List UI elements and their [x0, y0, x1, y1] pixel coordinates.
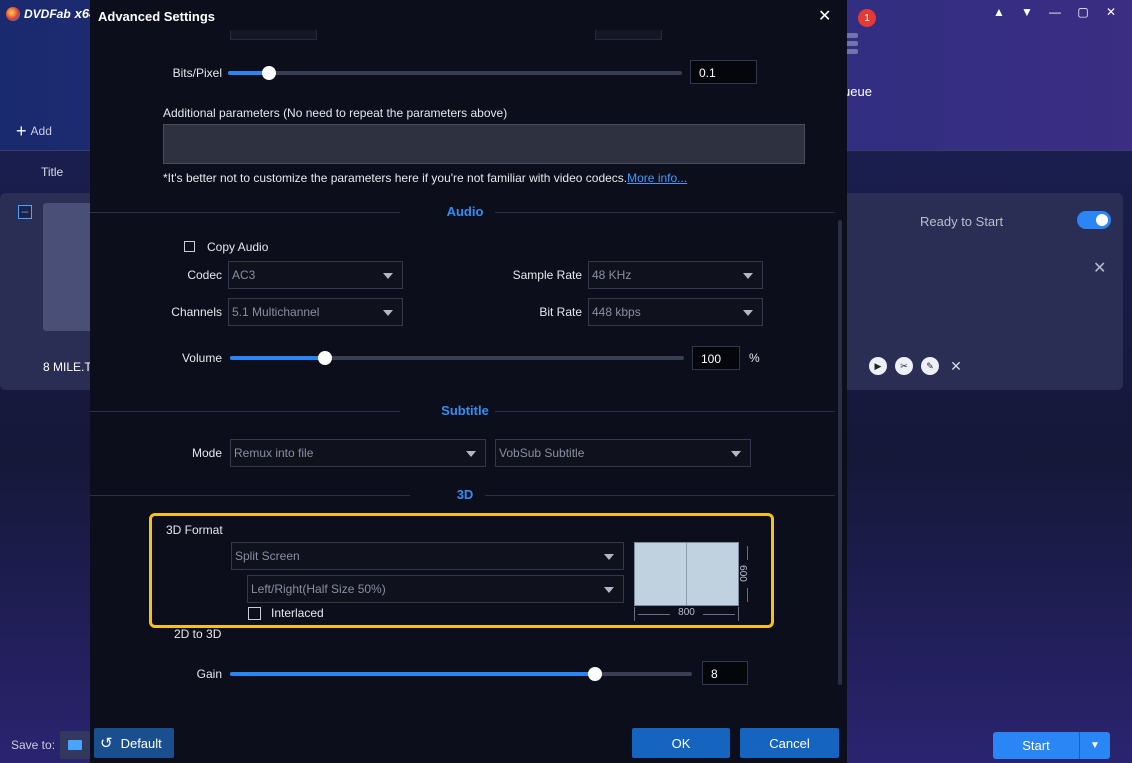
start-button[interactable]: Start ▼	[993, 732, 1110, 759]
notification-badge[interactable]: 1	[858, 9, 876, 27]
bit-rate-label: Bit Rate	[539, 305, 582, 319]
2d-to-3d-label: 2D to 3D	[174, 627, 222, 641]
advanced-settings-dialog: Advanced Settings ✕ Bits/Pixel 0.1 Addit…	[90, 0, 847, 763]
slider-knob[interactable]	[261, 66, 276, 80]
chevron-down-icon	[383, 310, 393, 316]
remove-icon[interactable]: ✕	[947, 357, 965, 375]
bits-pixel-label: Bits/Pixel	[172, 66, 222, 80]
bits-pixel-input[interactable]: 0.1	[690, 60, 757, 84]
gain-slider[interactable]	[230, 667, 692, 681]
cut-icon[interactable]: ✂	[895, 357, 913, 375]
default-label: Default	[120, 735, 162, 751]
reset-icon: ↺	[100, 735, 113, 752]
additional-params-label: Additional parameters (No need to repeat…	[163, 106, 508, 120]
more-info-link[interactable]: More info...	[627, 171, 687, 185]
mode-value: Remux into file	[234, 446, 314, 460]
dvdfab-logo-icon	[6, 6, 20, 21]
edit-icon[interactable]: ✎	[921, 357, 939, 375]
card-close-icon[interactable]: ✕	[1093, 258, 1106, 278]
3d-section-header: 3D	[90, 487, 847, 503]
default-button[interactable]: ↺ Default	[94, 728, 174, 758]
chevron-down-icon	[731, 451, 741, 457]
volume-input[interactable]: 100	[692, 346, 740, 370]
column-header-title[interactable]: Title	[41, 165, 63, 179]
gain-input[interactable]: 8	[702, 661, 748, 685]
slider-knob[interactable]	[587, 667, 602, 681]
volume-unit: %	[749, 351, 760, 365]
channels-select[interactable]: 5.1 Multichannel	[228, 298, 403, 326]
codec-hint: *It's better not to customize the parame…	[163, 171, 687, 185]
audio-section-header: Audio	[90, 204, 847, 220]
gain-label: Gain	[196, 667, 222, 681]
chevron-down-icon	[466, 451, 476, 457]
play-icon[interactable]: ▶	[869, 357, 887, 375]
plus-icon: +	[16, 121, 27, 141]
mode-label: Mode	[191, 446, 222, 460]
add-button[interactable]: + Add	[16, 121, 52, 141]
3d-format-highlight	[149, 513, 774, 628]
disc-thumbnail	[43, 203, 93, 331]
sample-rate-select[interactable]: 48 KHz	[588, 261, 763, 289]
brand-name: DVDFab	[24, 6, 71, 21]
sample-rate-label: Sample Rate	[512, 268, 582, 282]
card-actions: ▶ ✂ ✎ ✕	[869, 357, 965, 375]
collapse-checkbox[interactable]: –	[18, 205, 32, 219]
ready-toggle[interactable]	[1077, 211, 1111, 229]
ok-button[interactable]: OK	[632, 728, 730, 758]
cancel-button[interactable]: Cancel	[740, 728, 839, 758]
window-controls: ▲ ▼ — ▢ ✕	[992, 5, 1118, 19]
scrollbar[interactable]	[838, 220, 842, 685]
brand: DVDFab x64	[6, 6, 96, 21]
bit-rate-value: 448 kbps	[592, 305, 641, 319]
start-dropdown-icon[interactable]: ▼	[1080, 732, 1110, 759]
mode-select[interactable]: Remux into file	[230, 439, 486, 467]
codec-label: Codec	[187, 268, 222, 282]
chevron-down-icon	[383, 273, 393, 279]
slider-knob[interactable]	[318, 351, 333, 365]
skin-icon[interactable]: ▲	[992, 5, 1006, 19]
dialog-title: Advanced Settings	[98, 9, 216, 24]
chevron-down-icon	[743, 273, 753, 279]
copy-audio-label: Copy Audio	[207, 240, 269, 254]
volume-slider[interactable]	[230, 351, 684, 365]
menu-icon[interactable]: ▼	[1020, 5, 1034, 19]
additional-params-textarea[interactable]	[163, 124, 805, 164]
sample-rate-value: 48 KHz	[592, 268, 632, 282]
hint-text: *It's better not to customize the parame…	[163, 171, 628, 185]
folder-button[interactable]	[60, 731, 90, 759]
start-label[interactable]: Start	[993, 732, 1080, 759]
close-icon[interactable]: ✕	[1104, 5, 1118, 19]
folder-icon	[68, 740, 82, 750]
task-queue-label[interactable]: ueue	[843, 84, 872, 99]
subtitle-type-value: VobSub Subtitle	[499, 446, 585, 460]
save-to-label: Save to:	[11, 738, 56, 752]
copy-audio-checkbox[interactable]	[184, 241, 195, 252]
add-label: Add	[30, 124, 52, 138]
cut-off-field	[595, 30, 662, 40]
volume-label: Volume	[181, 351, 222, 365]
minimize-icon[interactable]: —	[1048, 5, 1062, 19]
bits-pixel-slider[interactable]	[228, 66, 682, 80]
status-label: Ready to Start	[920, 214, 1004, 229]
chevron-down-icon	[743, 310, 753, 316]
subtitle-section-header: Subtitle	[90, 403, 847, 419]
channels-value: 5.1 Multichannel	[232, 305, 320, 319]
codec-value: AC3	[232, 268, 256, 282]
subtitle-type-select[interactable]: VobSub Subtitle	[495, 439, 751, 467]
file-name: 8 MILE.T	[43, 360, 92, 374]
codec-select[interactable]: AC3	[228, 261, 403, 289]
bit-rate-select[interactable]: 448 kbps	[588, 298, 763, 326]
maximize-icon[interactable]: ▢	[1076, 5, 1090, 19]
cut-off-field	[230, 30, 317, 40]
channels-label: Channels	[171, 305, 222, 319]
dialog-close-icon[interactable]: ✕	[818, 6, 831, 26]
